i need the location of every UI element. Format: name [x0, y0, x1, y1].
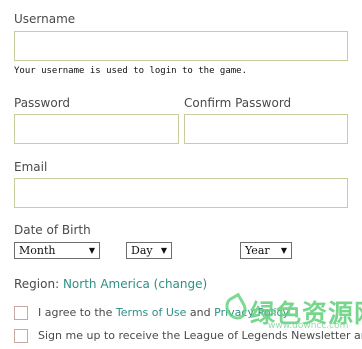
newsletter-checkbox[interactable] — [14, 329, 28, 343]
dob-label: Date of Birth — [14, 223, 91, 237]
password-input[interactable] — [14, 114, 179, 144]
confirm-password-label: Confirm Password — [184, 96, 292, 110]
year-select[interactable]: Year ▼ — [240, 242, 292, 259]
region-change-link[interactable]: (change) — [154, 277, 208, 291]
dropdown-caret-icon: ▼ — [88, 246, 95, 255]
confirm-password-input[interactable] — [184, 114, 348, 144]
dropdown-caret-icon: ▼ — [280, 246, 287, 255]
username-hint: Your username is used to login to the ga… — [14, 66, 247, 76]
email-label: Email — [14, 160, 48, 174]
terms-of-use-link[interactable]: Terms of Use — [116, 306, 187, 319]
terms-text-middle: and — [186, 306, 215, 319]
terms-checkbox[interactable] — [14, 306, 28, 320]
month-select[interactable]: Month ▼ — [14, 242, 100, 259]
region-row: Region: North America (change) — [14, 277, 207, 291]
password-label: Password — [14, 96, 71, 110]
day-select-value: Day — [131, 244, 153, 257]
email-input[interactable] — [14, 178, 348, 208]
watermark-url: www.downcc.com — [268, 321, 349, 331]
month-select-value: Month — [19, 244, 56, 257]
region-prefix: Region: — [14, 277, 60, 291]
terms-text-before: I agree to the — [38, 306, 116, 319]
region-value: North America — [62, 277, 150, 291]
username-input[interactable] — [14, 31, 348, 61]
day-select[interactable]: Day ▼ — [126, 242, 172, 259]
username-label: Username — [14, 12, 76, 26]
dropdown-caret-icon: ▼ — [160, 246, 167, 255]
year-select-value: Year — [245, 244, 270, 257]
